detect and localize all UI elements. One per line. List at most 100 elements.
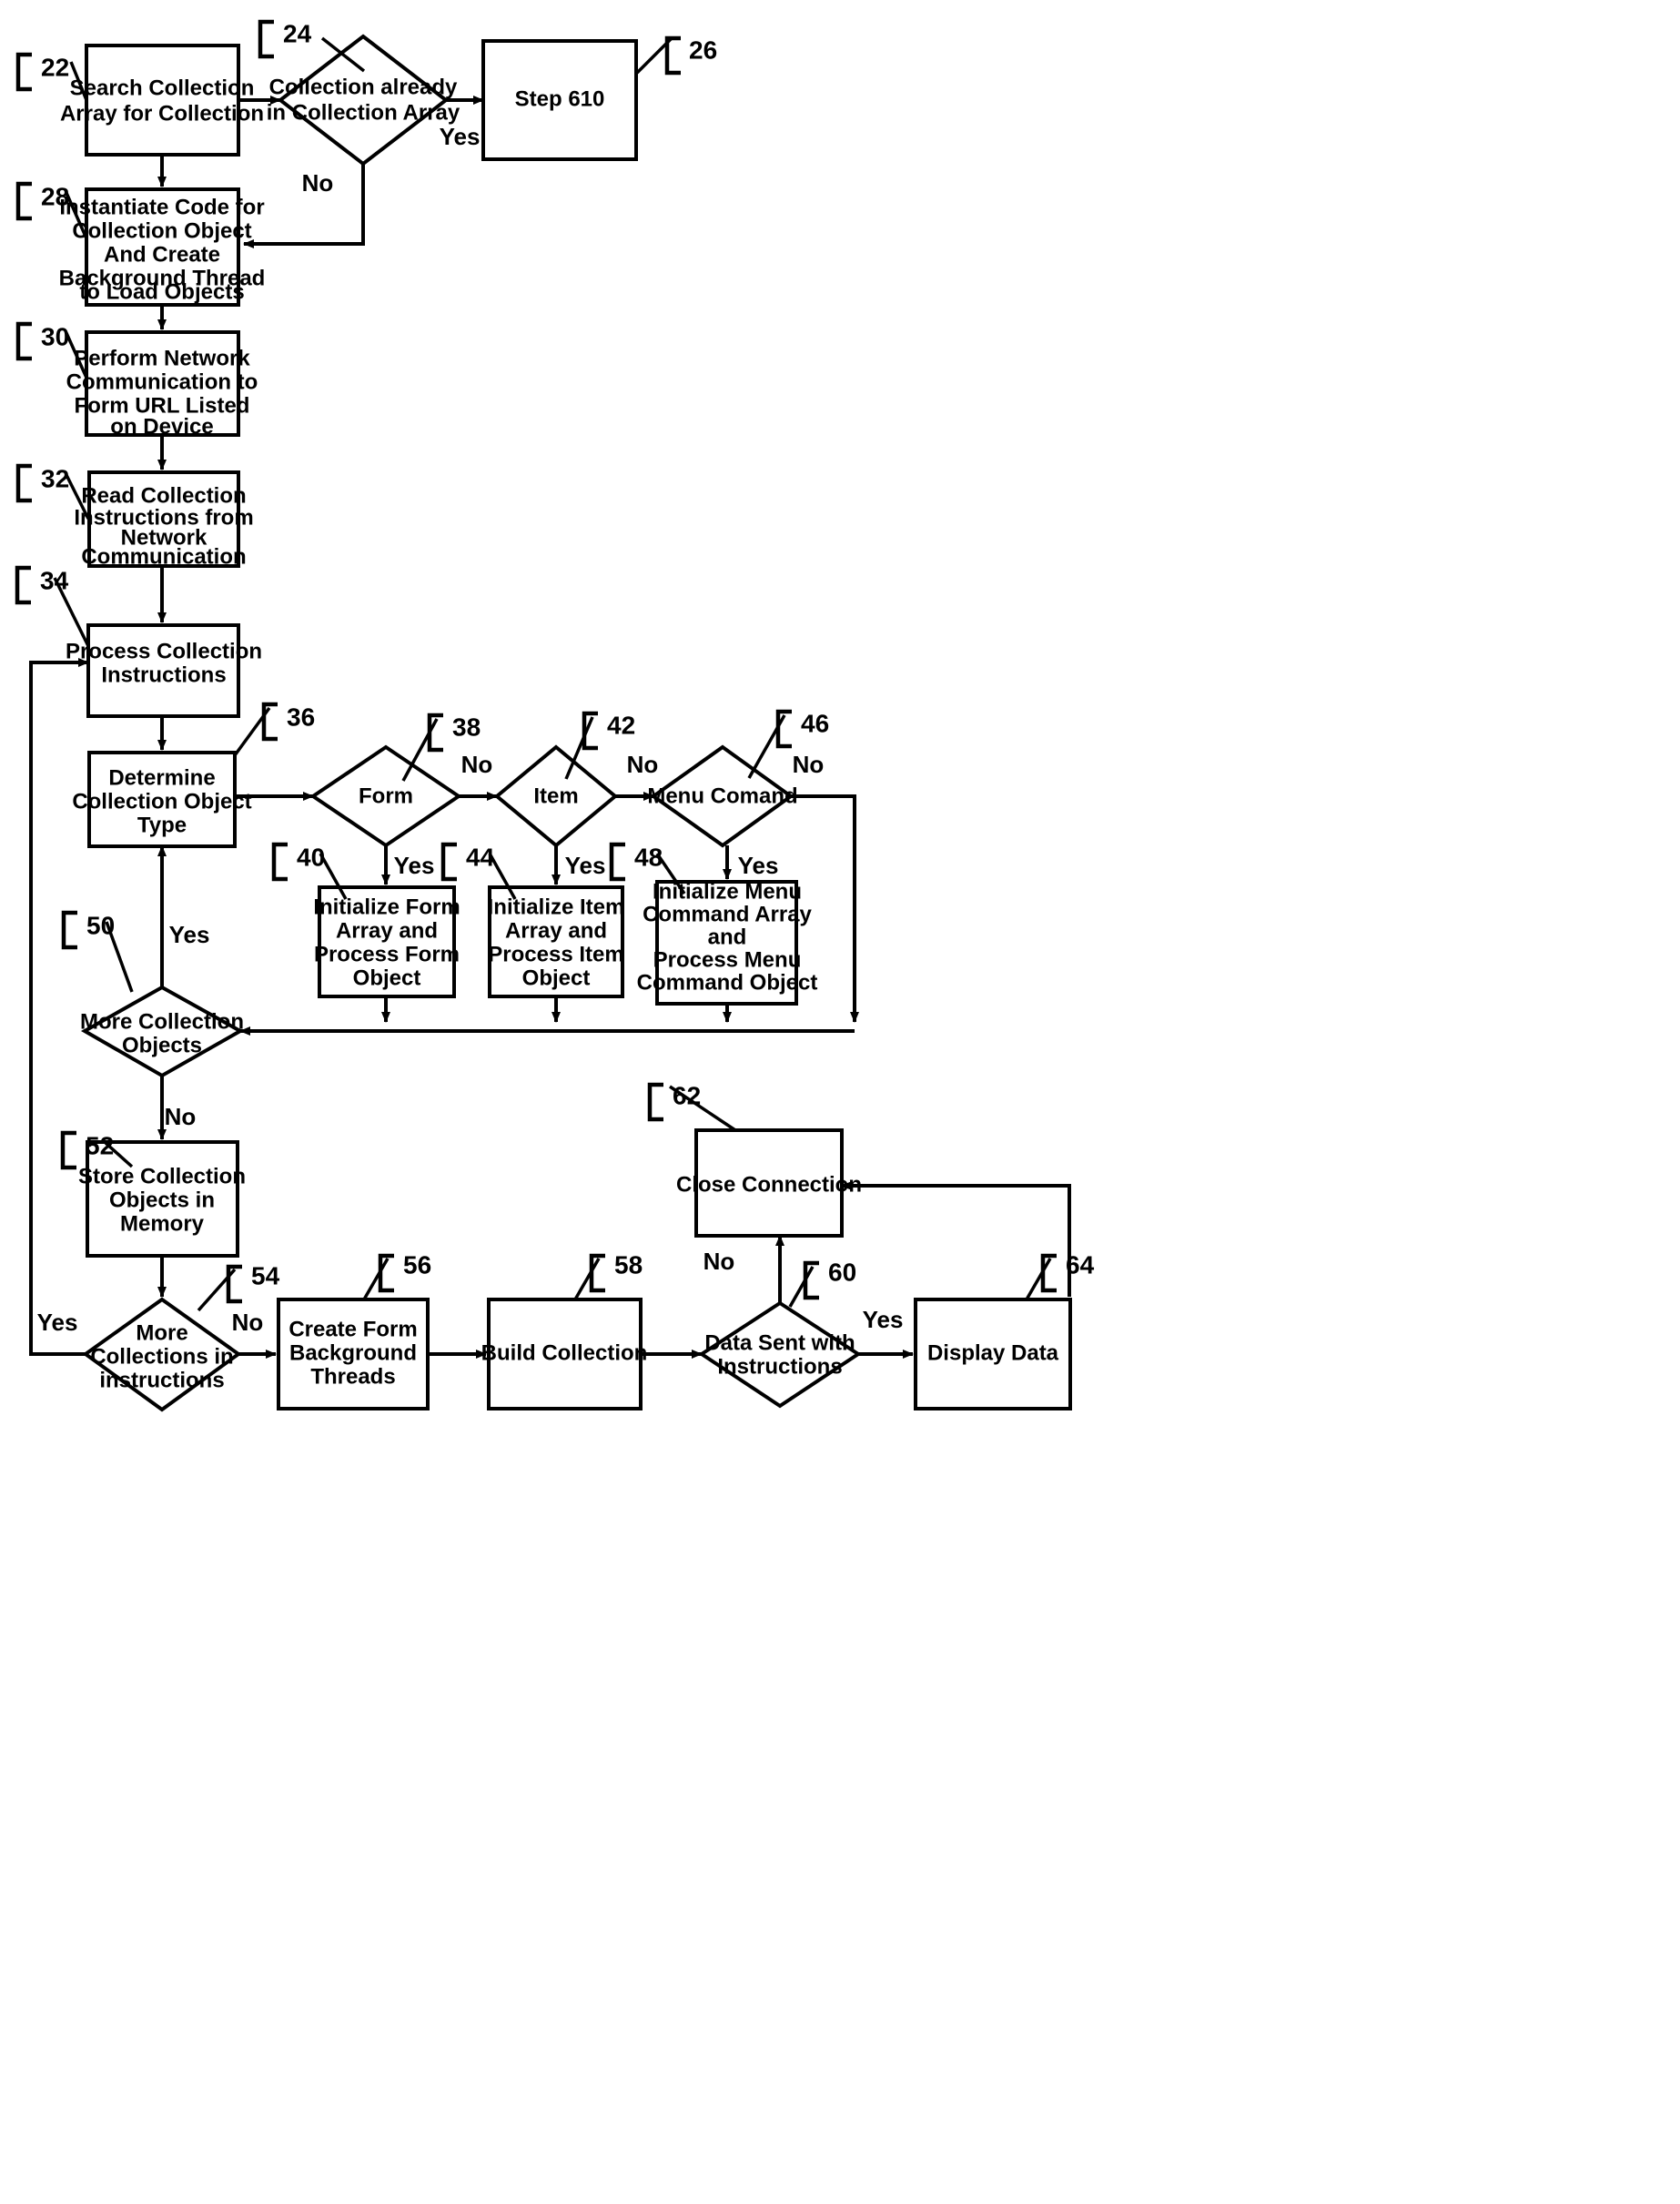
svg-text:Initialize Form: Initialize Form [313,895,460,919]
svg-text:Item: Item [533,784,578,808]
bracket-52 [60,1130,76,1170]
svg-text:Search Collection: Search Collection [70,76,255,100]
bracket-40 [271,842,288,882]
svg-text:Type: Type [137,813,187,837]
ref-numeral-52: 52 [86,1131,114,1159]
ref-numeral-62: 62 [673,1081,701,1109]
svg-text:More: More [136,1320,187,1345]
node-54-label: More Collections in instructions [90,1320,233,1392]
svg-text:instructions: instructions [99,1368,224,1392]
svg-text:Objects in: Objects in [109,1188,215,1212]
bracket-62 [647,1082,663,1122]
edge-label-38-yes: Yes [394,852,435,879]
edge-label-50-no: No [165,1103,197,1130]
flowchart-figure: Search Collection Array for Collection C… [0,0,1680,2204]
node-46-label: Menu Comand [647,784,797,808]
svg-text:Collection already: Collection already [269,75,458,99]
svg-text:Collection Object: Collection Object [72,218,251,243]
svg-text:and: and [708,925,747,949]
svg-text:Close Connection: Close Connection [676,1172,862,1197]
svg-text:Initialize Item: Initialize Item [488,895,625,919]
edge-label-46-yes: Yes [738,852,779,879]
node-62-label: Close Connection [676,1172,862,1197]
ref-numeral-24: 24 [283,19,312,47]
edge-label-50-yes: Yes [169,921,210,948]
svg-text:Object: Object [353,966,421,990]
svg-text:Memory: Memory [120,1211,205,1236]
svg-text:Create Form: Create Form [288,1317,417,1341]
edge-64-to-62 [841,1181,1071,1297]
bracket-22 [15,52,32,92]
svg-text:Data Sent with: Data Sent with [704,1330,855,1355]
svg-text:Instructions: Instructions [101,662,226,687]
ref-numeral-46: 46 [801,709,829,737]
bracket-26 [664,35,681,76]
svg-text:Communication to: Communication to [66,369,258,394]
leader-60 [788,1266,815,1308]
ref-numeral-56: 56 [403,1250,431,1279]
node-64-label: Display Data [927,1340,1059,1365]
svg-text:Communication: Communication [81,544,246,569]
svg-text:Instructions: Instructions [717,1354,842,1379]
svg-text:Command Array: Command Array [643,902,812,926]
bracket-44 [440,842,457,882]
svg-text:Array and: Array and [336,918,438,943]
node-32-label: Read Collection Instructions from Networ… [74,483,253,569]
svg-text:Collection Object: Collection Object [72,789,251,814]
svg-text:Store Collection: Store Collection [78,1164,246,1188]
leader-64 [1025,1258,1052,1300]
ref-numeral-54: 54 [251,1261,280,1289]
ref-numeral-58: 58 [614,1250,643,1279]
svg-text:Object: Object [522,966,591,990]
bracket-32 [15,463,32,503]
edge-label-38-no: No [461,751,493,778]
ref-numeral-50: 50 [86,911,115,939]
ref-numeral-34: 34 [40,566,69,594]
ref-numeral-40: 40 [297,843,325,871]
svg-text:Array for Collection: Array for Collection [60,101,264,126]
svg-text:Process Collection: Process Collection [66,639,262,663]
svg-text:in Collection Array: in Collection Array [267,100,460,125]
ref-numeral-30: 30 [41,322,69,350]
svg-text:Instantiate Code for: Instantiate Code for [59,195,264,219]
ref-numeral-48: 48 [634,843,663,871]
svg-text:Menu Comand: Menu Comand [647,784,797,808]
edge-label-60-no: No [703,1248,735,1275]
bracket-36 [261,702,278,742]
svg-text:And Create: And Create [104,242,220,267]
svg-text:Read Collection: Read Collection [81,483,246,508]
svg-text:Threads: Threads [310,1364,395,1389]
ref-numeral-64: 64 [1066,1250,1095,1279]
svg-text:on Device: on Device [110,414,213,439]
svg-text:Objects: Objects [122,1033,202,1057]
node-42-label: Item [533,784,578,808]
ref-numeral-60: 60 [828,1258,856,1286]
edge-54-to-34-yes [29,658,89,1356]
bracket-48 [609,842,625,882]
svg-text:Form: Form [359,784,413,808]
node-60-label: Data Sent with Instructions [704,1330,855,1379]
ref-numeral-42: 42 [607,711,635,739]
svg-text:Perform Network: Perform Network [74,346,250,370]
node-58-label: Build Collection [481,1340,648,1365]
svg-text:Display Data: Display Data [927,1340,1059,1365]
svg-text:Process Menu: Process Menu [653,947,802,972]
svg-text:Initialize Menu: Initialize Menu [653,879,802,904]
bracket-34 [15,565,31,605]
svg-text:to Load Objects: to Load Objects [79,279,244,304]
ref-numeral-36: 36 [287,703,315,731]
flowchart-canvas: Search Collection Array for Collection C… [15,19,1095,1412]
svg-text:Process Item: Process Item [488,942,623,966]
ref-numeral-32: 32 [41,464,69,492]
edge-label-24-no: No [302,169,334,197]
node-22-label: Search Collection Array for Collection [60,76,264,126]
bracket-54 [226,1264,242,1304]
node-24-label: Collection already in Collection Array [267,75,460,125]
node-38-label: Form [359,784,413,808]
ref-numeral-38: 38 [452,713,481,741]
ref-numeral-26: 26 [689,35,717,64]
node-50-label: More Collection Objects [80,1009,244,1057]
svg-text:Command Object: Command Object [637,970,818,995]
bracket-50 [61,910,77,950]
node-26-label: Step 610 [515,86,605,111]
